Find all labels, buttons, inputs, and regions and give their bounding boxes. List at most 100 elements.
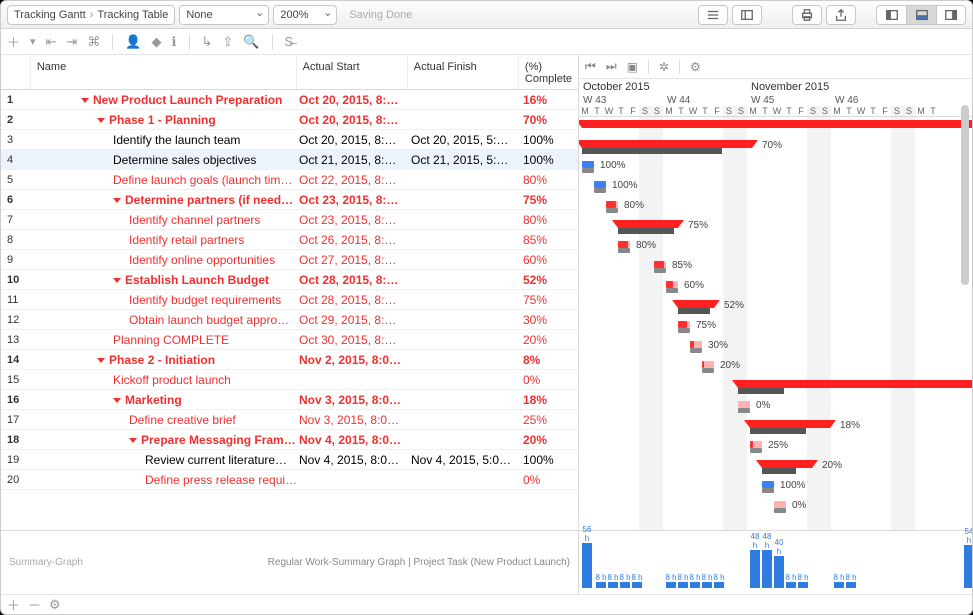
milestone-icon[interactable]: ◆	[152, 34, 162, 50]
pct-complete[interactable]: 0%	[523, 373, 578, 387]
task-name[interactable]: New Product Launch Preparation	[31, 93, 299, 107]
right-panel-toggle[interactable]	[936, 5, 966, 25]
pct-complete[interactable]: 85%	[523, 233, 578, 247]
skip-fwd-icon[interactable]: ⏭	[606, 59, 617, 74]
actual-finish[interactable]: Oct 20, 2015, 5:…	[411, 133, 523, 147]
table-row[interactable]: 4Determine sales objectivesOct 21, 2015,…	[1, 150, 578, 170]
pct-complete[interactable]: 80%	[523, 213, 578, 227]
pct-complete[interactable]: 30%	[523, 313, 578, 327]
gantt-row[interactable]: 0%	[579, 497, 972, 517]
task-name[interactable]: Identify online opportunities	[31, 253, 299, 267]
actual-start[interactable]: Oct 20, 2015, 8:…	[299, 113, 411, 127]
pct-complete[interactable]: 100%	[523, 153, 578, 167]
table-row[interactable]: 5Define launch goals (launch tim…Oct 22,…	[1, 170, 578, 190]
table-row[interactable]: 18Prepare Messaging Frame…Nov 4, 2015, 8…	[1, 430, 578, 450]
gantt-row[interactable]: 20%	[579, 457, 972, 477]
panel-toggle-button[interactable]	[732, 5, 762, 25]
pct-complete[interactable]: 0%	[523, 473, 578, 487]
task-name[interactable]: Define launch goals (launch tim…	[31, 173, 299, 187]
bottom-panel-toggle[interactable]	[906, 5, 936, 25]
breadcrumb-part[interactable]: Tracking Gantt	[14, 9, 86, 21]
pct-complete[interactable]: 75%	[523, 193, 578, 207]
gantt-row[interactable]: 30%	[579, 337, 972, 357]
pct-complete[interactable]: 20%	[523, 333, 578, 347]
table-row[interactable]: 13Planning COMPLETEOct 30, 2015, 8:…20%	[1, 330, 578, 350]
zoom-select[interactable]: 200%	[273, 5, 337, 25]
table-row[interactable]: 1New Product Launch PreparationOct 20, 2…	[1, 90, 578, 110]
gantt-row[interactable]: 75%	[579, 217, 972, 237]
pct-complete[interactable]: 18%	[523, 393, 578, 407]
table-row[interactable]: 6Determine partners (if needed)Oct 23, 2…	[1, 190, 578, 210]
pct-complete[interactable]: 75%	[523, 293, 578, 307]
indent-icon[interactable]: ⇥	[66, 34, 77, 50]
task-name[interactable]: Kickoff product launch	[31, 373, 299, 387]
gantt-row[interactable]: 60%	[579, 277, 972, 297]
table-row[interactable]: 15Kickoff product launch0%	[1, 370, 578, 390]
pct-complete[interactable]: 80%	[523, 173, 578, 187]
task-name[interactable]: Obtain launch budget appro…	[31, 313, 299, 327]
pct-complete[interactable]: 20%	[523, 433, 578, 447]
actual-start[interactable]: Nov 3, 2015, 8:0…	[299, 413, 411, 427]
table-row[interactable]: 9Identify online opportunitiesOct 27, 20…	[1, 250, 578, 270]
actual-start[interactable]: Oct 28, 2015, 8:…	[299, 273, 411, 287]
task-name[interactable]: Define creative brief	[31, 413, 299, 427]
table-row[interactable]: 19Review current literature…Nov 4, 2015,…	[1, 450, 578, 470]
table-row[interactable]: 16MarketingNov 3, 2015, 8:0…18%	[1, 390, 578, 410]
left-panel-toggle[interactable]	[876, 5, 906, 25]
filter-select[interactable]: None	[179, 5, 269, 25]
table-row[interactable]: 8Identify retail partnersOct 26, 2015, 8…	[1, 230, 578, 250]
gantt-row[interactable]: 100%	[579, 477, 972, 497]
table-row[interactable]: 2Phase 1 - PlanningOct 20, 2015, 8:…70%	[1, 110, 578, 130]
task-name[interactable]: Phase 2 - Initiation	[31, 353, 299, 367]
pct-complete[interactable]: 8%	[523, 353, 578, 367]
gantt-row[interactable]: 80%	[579, 197, 972, 217]
print-button[interactable]	[792, 5, 822, 25]
search-icon[interactable]: 🔍	[243, 34, 259, 50]
actual-start[interactable]: Oct 27, 2015, 8:…	[299, 253, 411, 267]
task-name[interactable]: Identify budget requirements	[31, 293, 299, 307]
pct-complete[interactable]: 100%	[523, 133, 578, 147]
skip-back-icon[interactable]: ⏮	[585, 59, 596, 74]
gantt-row[interactable]: 18%	[579, 417, 972, 437]
table-row[interactable]: 20Define press release requi…0%	[1, 470, 578, 490]
gantt-row[interactable]: 100%	[579, 177, 972, 197]
breadcrumb[interactable]: Tracking Gantt › Tracking Table	[7, 5, 175, 25]
gantt-row[interactable]: 20%	[579, 357, 972, 377]
table-body[interactable]: 1New Product Launch PreparationOct 20, 2…	[1, 90, 578, 530]
info-icon[interactable]: ℹ	[172, 34, 177, 50]
breadcrumb-part[interactable]: Tracking Table	[97, 9, 168, 21]
actual-start[interactable]: Nov 3, 2015, 8:0…	[299, 393, 411, 407]
pct-complete[interactable]: 16%	[523, 93, 578, 107]
task-name[interactable]: Review current literature…	[31, 453, 299, 467]
strike-icon[interactable]: S̶	[285, 34, 294, 49]
gantt-row[interactable]: 0%	[579, 397, 972, 417]
actual-start[interactable]: Oct 23, 2015, 8:…	[299, 213, 411, 227]
col-name[interactable]: Name	[31, 55, 297, 89]
task-name[interactable]: Define press release requi…	[31, 473, 299, 487]
table-row[interactable]: 11Identify budget requirementsOct 28, 20…	[1, 290, 578, 310]
list-view-button[interactable]	[698, 5, 728, 25]
col-pct-complete[interactable]: (%) Complete	[519, 55, 578, 89]
actual-start[interactable]: Nov 4, 2015, 8:0…	[299, 433, 411, 447]
actual-start[interactable]: Oct 20, 2015, 8:…	[299, 133, 411, 147]
table-row[interactable]: 3Identify the launch teamOct 20, 2015, 8…	[1, 130, 578, 150]
export-icon[interactable]: ⇪	[222, 34, 233, 50]
task-name[interactable]: Establish Launch Budget	[31, 273, 299, 287]
table-row[interactable]: 10Establish Launch BudgetOct 28, 2015, 8…	[1, 270, 578, 290]
table-row[interactable]: 7Identify channel partnersOct 23, 2015, …	[1, 210, 578, 230]
task-name[interactable]: Identify the launch team	[31, 133, 299, 147]
task-name[interactable]: Phase 1 - Planning	[31, 113, 299, 127]
actual-start[interactable]: Oct 28, 2015, 8:…	[299, 293, 411, 307]
critical-path-icon[interactable]: ✲	[659, 60, 669, 74]
actual-start[interactable]: Oct 22, 2015, 8:…	[299, 173, 411, 187]
pct-complete[interactable]: 100%	[523, 453, 578, 467]
task-name[interactable]: Planning COMPLETE	[31, 333, 299, 347]
actual-start[interactable]: Oct 29, 2015, 8:…	[299, 313, 411, 327]
gantt-row[interactable]	[579, 117, 972, 137]
task-name[interactable]: Prepare Messaging Frame…	[31, 433, 299, 447]
table-row[interactable]: 14Phase 2 - InitiationNov 2, 2015, 8:0…8…	[1, 350, 578, 370]
share-button[interactable]	[826, 5, 856, 25]
link-icon[interactable]: ⌘	[87, 34, 100, 50]
person-icon[interactable]: 👤	[125, 34, 141, 50]
scrollbar-thumb[interactable]	[961, 105, 969, 285]
